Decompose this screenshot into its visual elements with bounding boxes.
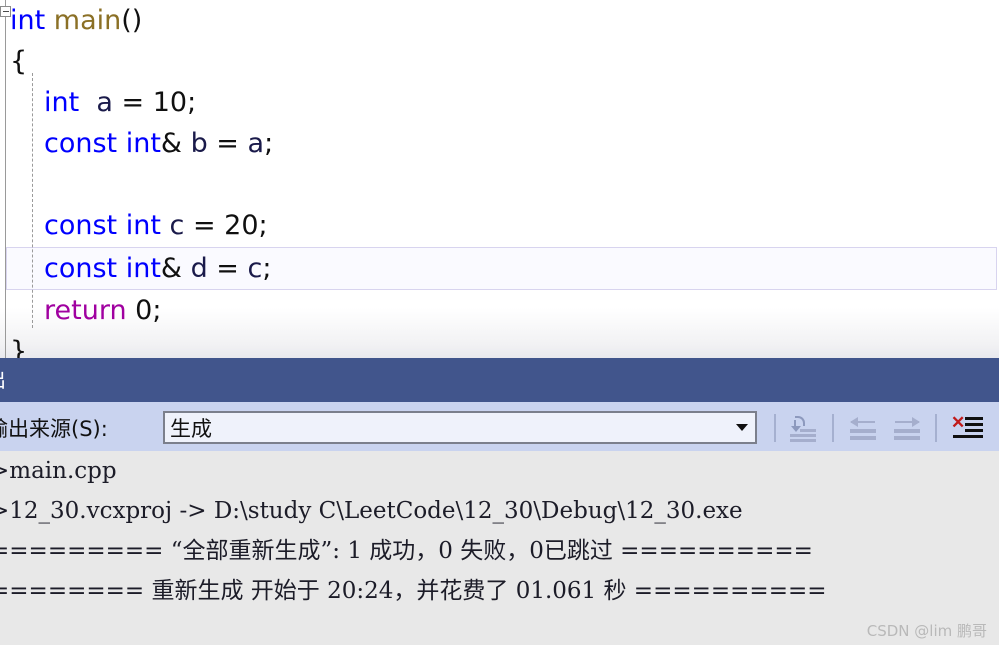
code-token: b — [190, 128, 208, 159]
code-token: = — [207, 253, 248, 284]
code-token: return — [44, 295, 127, 326]
clear-all-icon: ✕ — [951, 414, 983, 441]
output-panel-titlebar[interactable]: 出 — [0, 358, 999, 402]
output-line: ======== 重新生成 开始于 20:24，并花费了 01.061 秒 ==… — [0, 578, 827, 604]
output-line: >main.cpp — [0, 458, 117, 484]
code-token: = — [207, 128, 248, 159]
code-token: 10 — [152, 87, 188, 118]
code-line[interactable]: const int& d = c; — [0, 248, 999, 289]
collapse-minus-icon[interactable] — [0, 6, 11, 17]
goto-message-button[interactable] — [782, 412, 824, 444]
arrow-left-icon — [848, 415, 878, 441]
output-source-value: 生成 — [170, 416, 212, 441]
output-line: ========= “全部重新生成”: 1 成功，0 失败，0已跳过 =====… — [0, 538, 813, 564]
code-token: 0 — [135, 295, 153, 326]
code-line[interactable]: } — [0, 331, 999, 358]
code-token: a — [96, 87, 113, 118]
navigate-forward-button[interactable] — [886, 412, 928, 444]
build-output-text[interactable]: >main.cpp >12_30.vcxproj -> D:\study C\Le… — [0, 451, 999, 645]
code-token: () — [121, 5, 143, 36]
code-token: a — [247, 128, 265, 159]
code-token: ; — [187, 87, 197, 118]
csdn-watermark: CSDN @lim 鹏哥 — [866, 622, 987, 640]
code-line[interactable]: const int c = 20; — [0, 205, 999, 246]
toolbar-separator — [774, 414, 776, 442]
show-output-from-label: 示输出来源(S): — [0, 417, 108, 441]
chevron-down-icon[interactable] — [729, 413, 755, 442]
clear-all-button[interactable]: ✕ — [946, 412, 988, 444]
code-token: d — [190, 253, 208, 284]
code-token: 20 — [224, 210, 259, 241]
code-token: & — [160, 128, 182, 159]
output-toolbar: 示输出来源(S): 生成 — [0, 402, 999, 451]
code-line[interactable] — [0, 164, 999, 205]
toolbar-separator — [832, 414, 834, 442]
code-line[interactable]: { — [0, 41, 999, 82]
code-token: & — [160, 253, 182, 284]
output-source-combobox[interactable]: 生成 — [163, 411, 757, 444]
code-token: const int — [44, 253, 161, 284]
code-token: const int — [44, 128, 161, 159]
toolbar-separator — [935, 414, 937, 442]
code-token: = — [112, 87, 153, 118]
code-token: ; — [152, 295, 162, 326]
code-token: c — [169, 210, 185, 241]
code-token: } — [10, 336, 28, 358]
navigate-back-button[interactable] — [842, 412, 884, 444]
code-editor[interactable]: int main(){int a = 10; const int& b = a; c… — [0, 0, 999, 358]
code-line[interactable]: const int& b = a; — [0, 123, 999, 164]
code-token: ; — [262, 253, 272, 284]
code-token: { — [10, 46, 28, 77]
output-panel: 出 示输出来源(S): 生成 — [0, 358, 999, 645]
code-token: ; — [264, 128, 274, 159]
code-token: c — [247, 253, 263, 284]
code-token: const int — [44, 210, 161, 241]
output-panel-title: 出 — [0, 364, 6, 393]
arrow-right-icon — [892, 415, 922, 441]
code-token: int — [10, 5, 46, 36]
code-line[interactable]: int main() — [0, 0, 999, 41]
goto-message-icon — [788, 415, 818, 442]
code-line[interactable]: int a = 10; — [0, 82, 999, 123]
code-token: int — [44, 87, 80, 118]
output-line: >12_30.vcxproj -> D:\study C\LeetCode\12… — [0, 498, 743, 524]
visual-studio-window: int main(){int a = 10; const int& b = a; c… — [0, 0, 999, 645]
code-token: = — [184, 210, 225, 241]
code-token: ; — [258, 210, 268, 241]
code-token: main — [53, 5, 122, 36]
code-line[interactable]: return 0; — [0, 290, 999, 331]
